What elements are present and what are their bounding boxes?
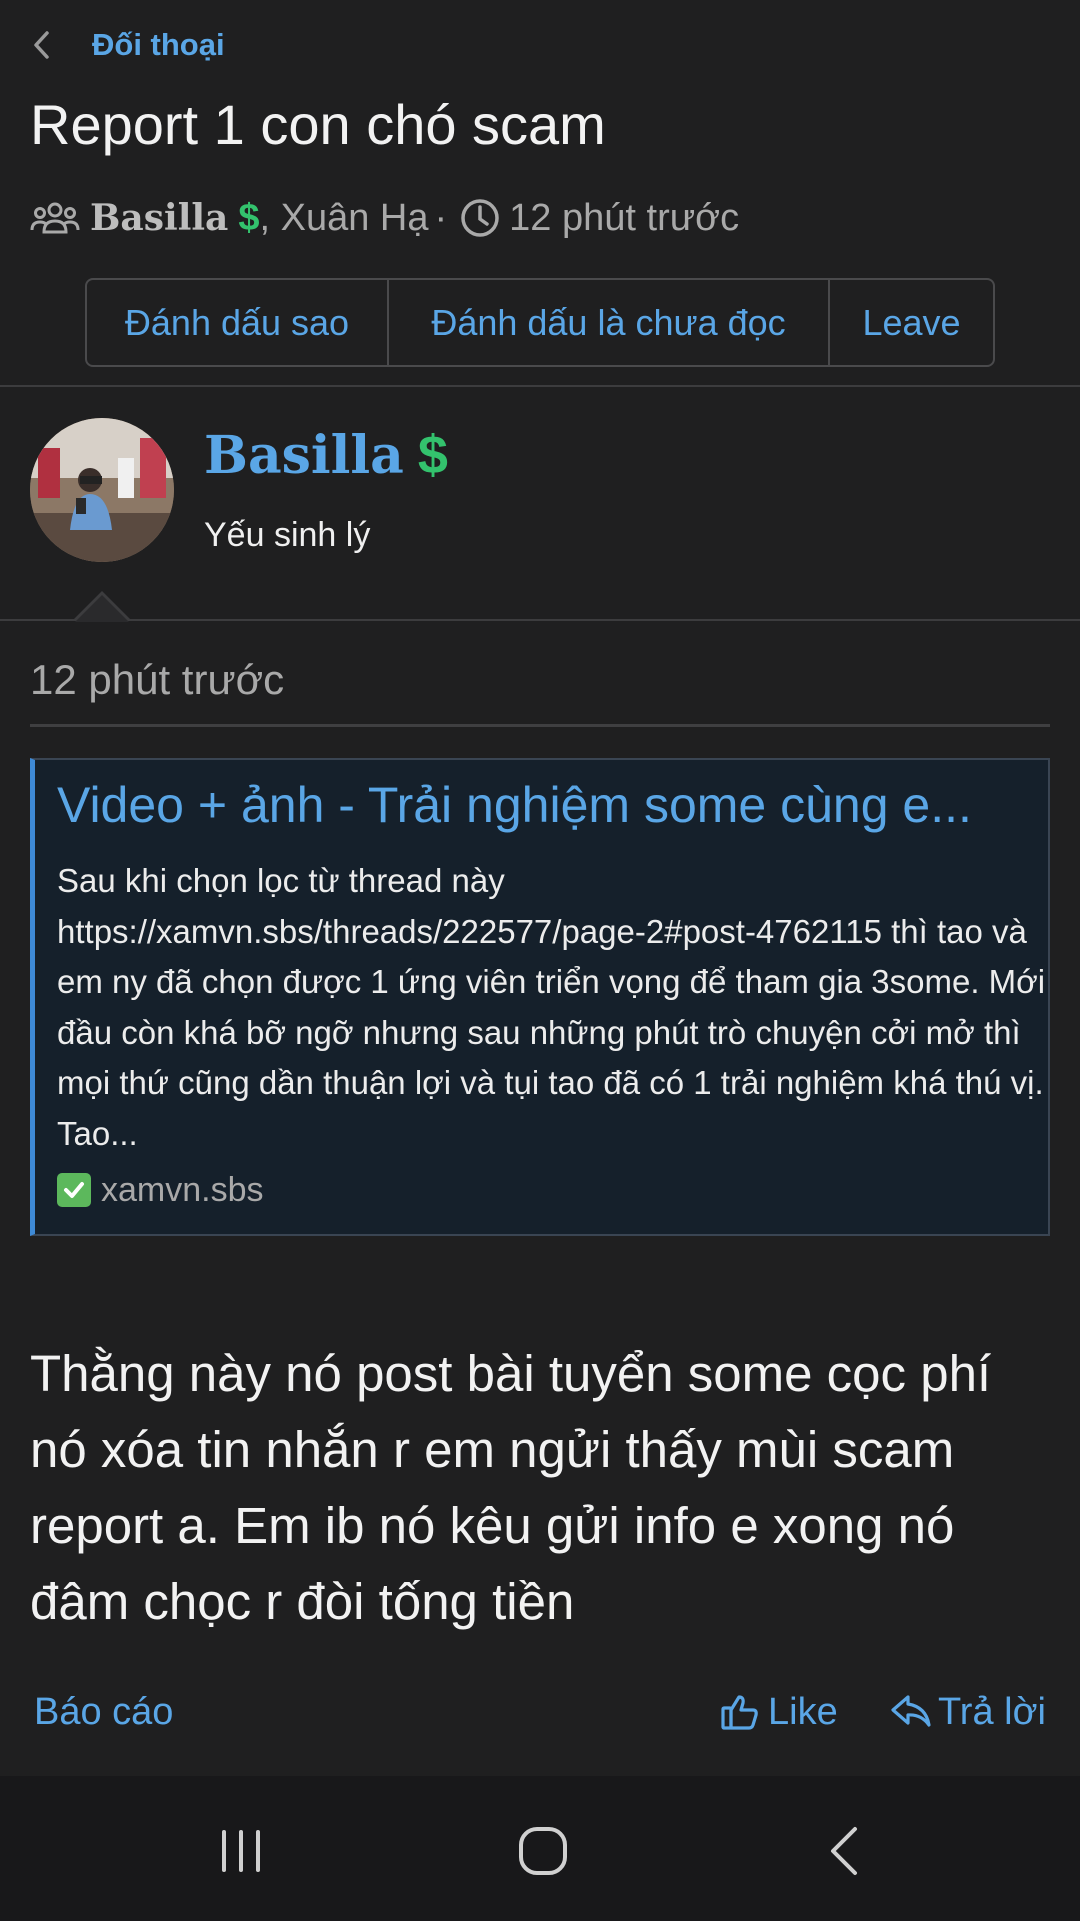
author-name[interactable]: Basilla $ [204,424,448,486]
preview-description: Sau khi chọn lọc từ thread này https://x… [57,862,1046,1152]
starter-badge: $ [238,196,260,239]
conversation-actions: Đánh dấu sao Đánh dấu là chưa đọc Leave [85,278,995,367]
avatar[interactable] [30,418,174,562]
thread-meta: Basilla $ , Xuân Hạ · 12 phút trước [30,192,739,244]
divider [0,619,1080,621]
like-label: Like [768,1690,838,1733]
preview-title[interactable]: Video + ảnh - Trải nghiệm some cùng e... [57,776,1037,834]
back-icon[interactable] [810,1816,880,1886]
thread-time: 12 phút trước [509,196,740,239]
mark-unread-button[interactable]: Đánh dấu là chưa đọc [389,280,830,365]
preview-domain: xamvn.sbs [57,1168,264,1212]
message-pointer-fill [75,595,129,622]
star-button[interactable]: Đánh dấu sao [87,280,389,365]
like-button[interactable]: Like [720,1682,838,1742]
message-actions: Báo cáo Like Trả lời [0,1682,1080,1742]
clock-icon [459,197,501,239]
preview-domain-text: xamvn.sbs [101,1170,264,1209]
thumbs-up-icon [721,1695,758,1730]
author-badge: $ [417,425,448,485]
meta-separator: · [434,196,448,239]
breadcrumb[interactable]: Đối thoại [30,18,225,72]
starter-name[interactable]: Basilla [90,197,228,239]
other-participant[interactable]: , Xuân Hạ [260,197,429,240]
system-nav-bar [0,1776,1080,1921]
leave-button[interactable]: Leave [830,280,993,365]
user-title: Yếu sinh lý [204,516,371,554]
recents-icon[interactable] [206,1816,276,1886]
breadcrumb-link[interactable]: Đối thoại [92,27,225,63]
reply-label: Trả lời [938,1690,1046,1733]
check-box-icon [57,1173,91,1207]
report-button[interactable]: Báo cáo [34,1682,173,1742]
page-title: Report 1 con chó scam [30,93,606,156]
divider [0,385,1080,387]
time-divider [30,724,1050,727]
users-icon [30,198,80,238]
reply-icon [891,1695,931,1727]
message-time[interactable]: 12 phút trước [30,656,284,704]
reply-button[interactable]: Trả lời [890,1682,1046,1742]
home-icon[interactable] [508,1816,578,1886]
conversation-page: Đối thoại Report 1 con chó scam Basilla … [0,0,1080,1921]
report-label: Báo cáo [34,1690,174,1733]
link-preview[interactable]: Video + ảnh - Trải nghiệm some cùng e...… [30,758,1050,1236]
message-body: Thằng này nó post bài tuyển some cọc phí… [30,1345,992,1630]
chevron-left-icon[interactable] [30,25,60,65]
author-name-text[interactable]: Basilla [204,425,404,486]
